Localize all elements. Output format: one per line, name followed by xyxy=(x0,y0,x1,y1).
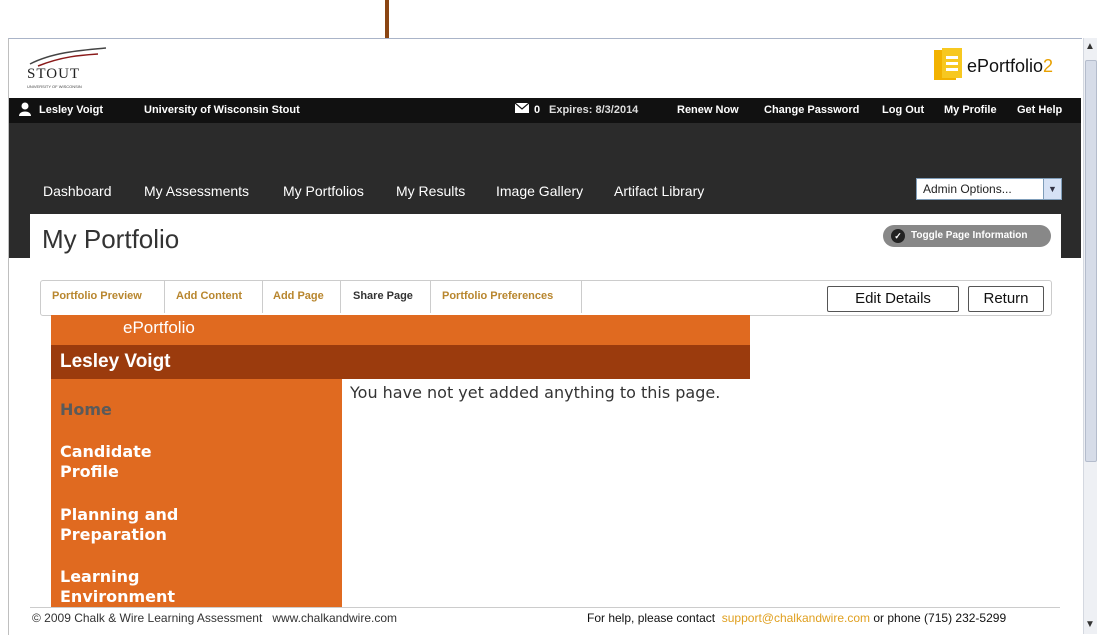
return-button[interactable]: Return xyxy=(968,286,1044,312)
portfolio-owner-name: Lesley Voigt xyxy=(60,351,171,372)
user-bar: Lesley Voigt University of Wisconsin Sto… xyxy=(9,98,1081,123)
renew-now-link[interactable]: Renew Now xyxy=(677,104,739,116)
message-count[interactable]: 0 xyxy=(534,104,540,116)
institution-name: University of Wisconsin Stout xyxy=(144,104,300,116)
mail-icon[interactable] xyxy=(514,102,530,116)
admin-options-value: Admin Options... xyxy=(923,182,1012,196)
support-email-link[interactable]: support@chalkandwire.com xyxy=(722,611,870,625)
edit-details-button[interactable]: Edit Details xyxy=(827,286,959,312)
tab-portfolio-preferences[interactable]: Portfolio Preferences xyxy=(431,281,582,313)
tab-add-page[interactable]: Add Page xyxy=(263,281,341,313)
tab-share-page[interactable]: Share Page xyxy=(341,281,431,313)
logout-link[interactable]: Log Out xyxy=(882,104,924,116)
chevron-down-icon[interactable]: ▼ xyxy=(1043,179,1061,199)
tab-add-content[interactable]: Add Content xyxy=(165,281,263,313)
tab-portfolio-preview[interactable]: Portfolio Preview xyxy=(41,281,165,313)
user-icon xyxy=(19,102,31,119)
eportfolio-logo-icon xyxy=(934,48,962,80)
toggle-page-information-button[interactable]: ✓ Toggle Page Information xyxy=(883,225,1051,247)
get-help-link[interactable]: Get Help xyxy=(1017,104,1062,116)
change-password-link[interactable]: Change Password xyxy=(764,104,859,116)
page-title: My Portfolio xyxy=(42,224,180,254)
portfolio-menu-candidate-profile[interactable]: Candidate Profile xyxy=(60,442,210,482)
footer-copyright: © 2009 Chalk & Wire Learning Assessment … xyxy=(32,611,398,625)
user-name: Lesley Voigt xyxy=(39,104,103,116)
brand-logo-text: ePortfolio2 xyxy=(967,56,1054,76)
footer-help: For help, please contact support@chalkan… xyxy=(587,611,1007,625)
nav-image-gallery[interactable]: Image Gallery xyxy=(496,183,583,199)
my-profile-link[interactable]: My Profile xyxy=(944,104,997,116)
check-icon: ✓ xyxy=(891,229,905,243)
expires-label: Expires: 8/3/2014 xyxy=(549,104,639,116)
school-subtitle: UNIVERSITY OF WISCONSIN xyxy=(27,84,82,89)
admin-options-select[interactable]: Admin Options... ▼ xyxy=(916,178,1062,200)
stout-logo-icon xyxy=(29,47,107,67)
portfolio-menu-learning-environment[interactable]: Learning Environment xyxy=(60,567,210,607)
portfolio-menu-planning-and-preparation[interactable]: Planning and Preparation xyxy=(60,505,210,545)
empty-page-message: You have not yet added anything to this … xyxy=(350,383,721,402)
nav-artifact-library[interactable]: Artifact Library xyxy=(614,183,704,199)
nav-my-results[interactable]: My Results xyxy=(396,183,465,199)
portfolio-brand: ePortfolio xyxy=(123,318,195,337)
nav-my-portfolios[interactable]: My Portfolios xyxy=(283,183,364,199)
nav-dashboard[interactable]: Dashboard xyxy=(43,183,112,199)
scroll-up-icon[interactable]: ▲ xyxy=(1083,38,1097,56)
toggle-page-information-label: Toggle Page Information xyxy=(911,230,1028,241)
scrollbar-thumb[interactable] xyxy=(1085,60,1097,462)
portfolio-menu-home[interactable]: Home xyxy=(60,400,112,420)
scroll-down-icon[interactable]: ▼ xyxy=(1083,616,1097,634)
footer-divider xyxy=(30,607,1060,608)
school-name: STOUT xyxy=(27,66,81,82)
footer-site-link[interactable]: www.chalkandwire.com xyxy=(272,611,397,625)
nav-my-assessments[interactable]: My Assessments xyxy=(144,183,249,199)
